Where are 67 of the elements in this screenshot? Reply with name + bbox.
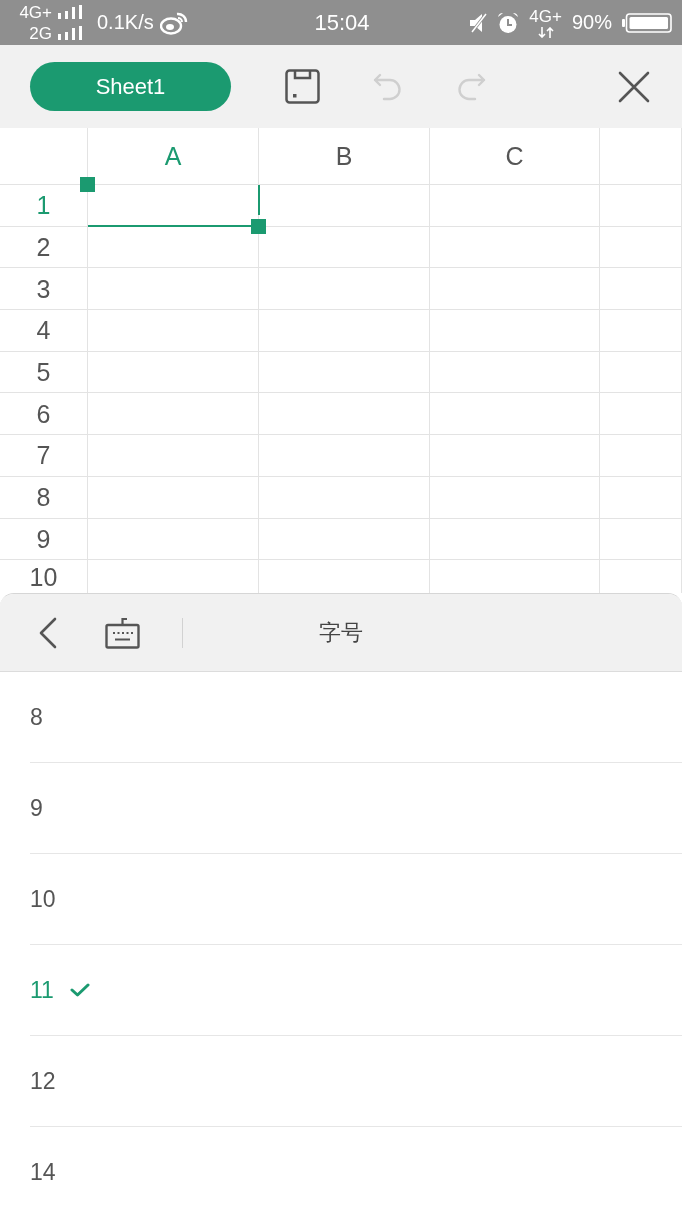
keyboard-icon xyxy=(105,616,140,649)
save-button[interactable] xyxy=(285,69,320,104)
network-type: 4G+ xyxy=(18,2,52,22)
close-icon xyxy=(618,70,650,103)
back-icon xyxy=(38,616,57,649)
clock-time: 15:04 xyxy=(314,9,370,36)
spreadsheet-cell[interactable] xyxy=(430,185,600,227)
spreadsheet-cell[interactable] xyxy=(430,226,600,269)
spreadsheet-cell[interactable] xyxy=(600,185,682,227)
font-size-option[interactable]: 10 xyxy=(30,854,682,945)
app-logo-icon xyxy=(159,10,188,35)
spreadsheet-cell[interactable] xyxy=(259,268,430,311)
signal-icon xyxy=(58,5,83,19)
spreadsheet-cell[interactable] xyxy=(88,435,259,477)
spreadsheet-cell[interactable] xyxy=(600,226,682,269)
corner-cell[interactable] xyxy=(0,128,88,185)
spreadsheet-cell[interactable] xyxy=(430,435,600,477)
font-size-option[interactable]: 8 xyxy=(30,672,682,763)
spreadsheet-cell[interactable] xyxy=(88,268,259,311)
battery-icon xyxy=(622,12,672,33)
font-size-option[interactable]: 12 xyxy=(30,1036,682,1127)
network-type: 2G xyxy=(28,23,52,43)
spreadsheet-cell[interactable] xyxy=(600,393,682,436)
spreadsheet-cell[interactable] xyxy=(600,435,682,477)
spreadsheet-cell[interactable] xyxy=(430,393,600,436)
alarm-clock-icon xyxy=(497,11,520,34)
column-header[interactable] xyxy=(600,128,682,185)
spreadsheet-cell[interactable] xyxy=(259,226,430,269)
mute-icon xyxy=(469,12,488,33)
spreadsheet-cell[interactable] xyxy=(88,518,259,561)
spreadsheet-cell[interactable] xyxy=(600,351,682,394)
spreadsheet-cell[interactable] xyxy=(600,476,682,519)
spreadsheet-cell[interactable] xyxy=(430,310,600,352)
spreadsheet-cell[interactable] xyxy=(600,268,682,311)
network-type: 4G+ xyxy=(529,7,562,26)
spreadsheet-cell[interactable] xyxy=(430,476,600,519)
data-speed: 0.1K/s xyxy=(97,11,154,34)
spreadsheet-cell[interactable] xyxy=(259,310,430,352)
battery-percent: 90% xyxy=(571,11,612,34)
spreadsheet-cell[interactable] xyxy=(259,351,430,394)
spreadsheet-cell[interactable] xyxy=(430,268,600,311)
sheet-tab[interactable]: Sheet1 xyxy=(30,62,231,111)
spreadsheet-cell[interactable] xyxy=(430,518,600,561)
font-size-option[interactable]: 9 xyxy=(30,763,682,854)
font-size-option[interactable]: 14 xyxy=(30,1127,682,1212)
spreadsheet-cell[interactable] xyxy=(88,393,259,436)
check-icon xyxy=(69,983,90,997)
spreadsheet-cell[interactable] xyxy=(430,351,600,394)
font-size-option[interactable]: 11 xyxy=(30,945,682,1036)
spreadsheet-cell[interactable] xyxy=(88,351,259,394)
spreadsheet-cell[interactable] xyxy=(259,435,430,477)
selection-handle-icon[interactable] xyxy=(80,177,95,192)
back-button[interactable] xyxy=(38,616,57,649)
close-button[interactable] xyxy=(618,70,650,103)
signal-icon xyxy=(58,26,83,40)
spreadsheet-cell[interactable] xyxy=(88,476,259,519)
spreadsheet-cell[interactable] xyxy=(259,518,430,561)
spreadsheet-cell[interactable] xyxy=(259,476,430,519)
panel-title: 字号 xyxy=(319,618,363,647)
data-arrows-icon xyxy=(537,27,554,38)
spreadsheet-cell[interactable] xyxy=(88,310,259,352)
spreadsheet-cell[interactable] xyxy=(600,310,682,352)
save-icon xyxy=(285,69,320,104)
selected-cell[interactable] xyxy=(88,185,259,227)
spreadsheet-cell[interactable] xyxy=(259,393,430,436)
keyboard-button[interactable] xyxy=(105,616,140,649)
spreadsheet-cell[interactable] xyxy=(600,518,682,561)
